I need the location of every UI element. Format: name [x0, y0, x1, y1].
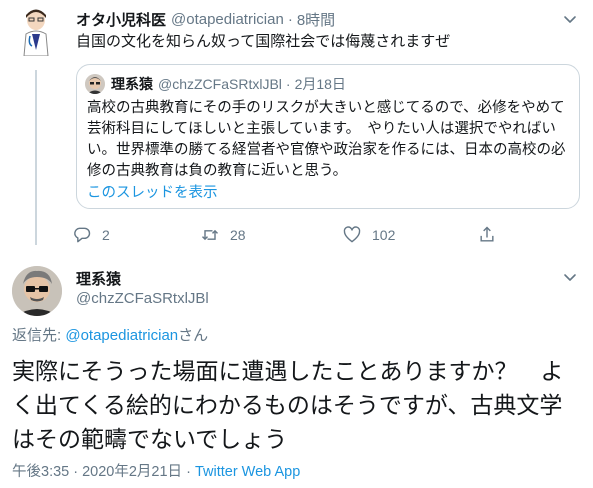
like-count: 102 [372, 227, 396, 243]
retweet-count: 28 [230, 227, 246, 243]
tweet-action-bar: 2 28 102 [72, 224, 512, 246]
user-avatar-icon [85, 74, 105, 94]
chevron-down-icon[interactable] [561, 10, 579, 28]
replying-to-prefix: 返信先: [12, 327, 66, 344]
quoted-tweet-header: 理系猿 @chzZCFaSRtxlJBl · 2月18日 [85, 74, 346, 94]
share-icon [480, 226, 494, 242]
tweet-text: 自国の文化を知らん奴って国際社会では侮蔑されますぜ [76, 33, 451, 50]
quoted-tweet-date: 2月18日 [294, 76, 346, 92]
avatar[interactable] [14, 6, 58, 56]
separator-dot: · [182, 464, 195, 480]
chevron-down-icon[interactable] [561, 268, 579, 286]
reply-icon [74, 227, 91, 243]
quoted-author-handle: @chzZCFaSRtxlJBl [158, 76, 282, 92]
quoted-tweet-text: 高校の古典教育にその手のリスクが大きいと感じてるので、必修をやめて芸術科目にして… [87, 100, 566, 179]
separator-dot: · [285, 76, 291, 92]
avatar [85, 74, 105, 94]
tweet-time[interactable]: 8時間 [297, 9, 335, 30]
replying-to-line: 返信先: @otapediatricianさん [12, 324, 208, 345]
quoted-author-name: 理系猿 [111, 76, 153, 92]
parent-tweet-header: オタ小児科医 @otapediatrician · 8時間 [76, 8, 573, 30]
tweet-timestamp[interactable]: 午後3:35 · 2020年2月21日 [12, 464, 182, 480]
replying-to-mention[interactable]: @otapediatrician [65, 327, 178, 344]
separator-dot: · [287, 10, 293, 28]
author-handle[interactable]: @chzZCFaSRtxlJBl [76, 290, 209, 307]
avatar[interactable] [12, 266, 62, 316]
reply-count: 2 [102, 227, 110, 243]
show-thread-link[interactable]: このスレッドを表示 [87, 181, 218, 202]
heart-icon [343, 226, 361, 243]
like-button[interactable]: 102 [342, 224, 395, 246]
share-button[interactable] [477, 224, 507, 246]
tweet-metadata: 午後3:35 · 2020年2月21日 · Twitter Web App [12, 460, 300, 481]
tweet-text: 実際にそうった場面に遭遇したことありますか？ よく出てくる絵的にわかるものはそう… [12, 358, 564, 452]
replying-to-suffix: さん [178, 327, 209, 344]
reply-button[interactable]: 2 [72, 224, 110, 246]
retweet-button[interactable]: 28 [200, 224, 246, 246]
author-handle[interactable]: @otapediatrician [171, 11, 284, 28]
source-app-link[interactable]: Twitter Web App [195, 464, 300, 480]
author-name[interactable]: 理系猿 [76, 268, 121, 289]
author-name[interactable]: オタ小児科医 [76, 9, 166, 30]
doctor-avatar-icon [14, 6, 58, 56]
user-avatar-icon [12, 266, 62, 316]
retweet-icon [201, 229, 219, 241]
quoted-tweet-card[interactable]: 理系猿 @chzZCFaSRtxlJBl · 2月18日 高校の古典教育にその手… [76, 64, 580, 209]
parent-tweet[interactable]: オタ小児科医 @otapediatrician · 8時間 自国の文化を知らん奴… [0, 0, 593, 262]
